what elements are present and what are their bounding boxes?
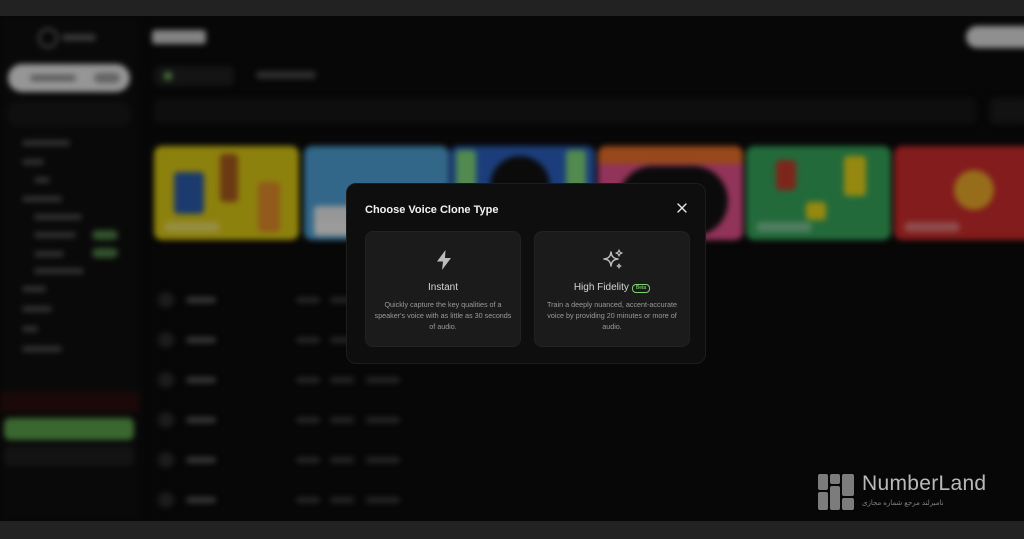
option-description: Quickly capture the key qualities of a s… [374,300,512,331]
modal-title: Choose Voice Clone Type [365,204,499,216]
instant-option-card[interactable]: Instant Quickly capture the key qualitie… [365,231,521,347]
watermark-logo-icon [818,474,856,510]
option-description: Train a deeply nuanced, accent-accurate … [547,300,677,331]
option-name: Instant [427,282,459,293]
voice-clone-type-modal: Choose Voice Clone Type Instant Quickly … [346,183,706,364]
letterbox-top [0,0,1024,16]
watermark: NumberLand نامبرلند مرجع شماره مجازی [818,472,998,512]
close-icon [677,203,687,213]
watermark-tagline: نامبرلند مرجع شماره مجازی [862,500,944,507]
high-fidelity-option-card[interactable]: High Fidelity Beta Train a deeply nuanced… [534,231,690,347]
beta-badge: Beta [631,284,651,293]
close-button[interactable] [673,199,691,217]
lightning-icon [437,250,451,270]
watermark-name: NumberLand [862,472,987,495]
letterbox-bottom [0,521,1024,539]
option-name-text: High Fidelity [573,282,629,293]
sparkles-icon [603,249,623,269]
option-name: High Fidelity Beta [535,282,689,293]
